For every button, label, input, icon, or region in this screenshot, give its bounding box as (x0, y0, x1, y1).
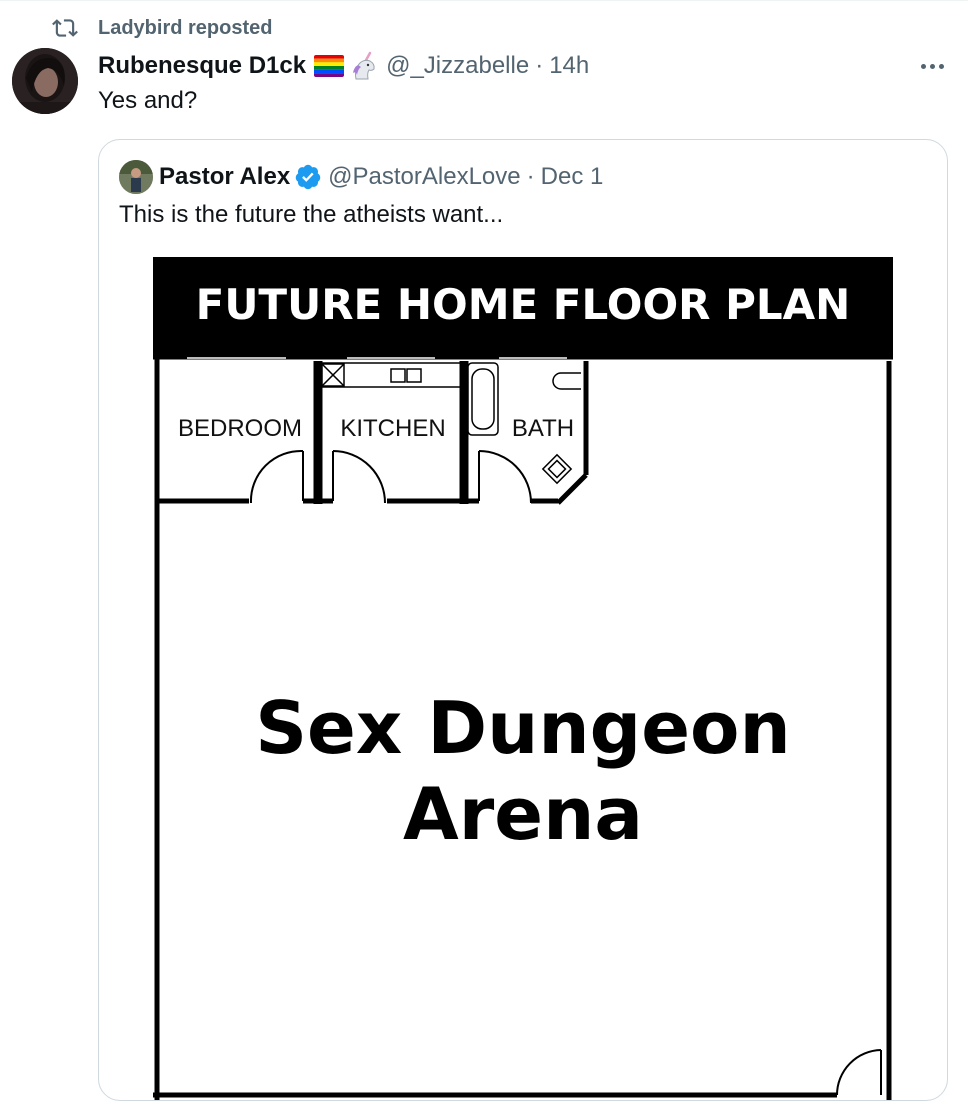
main-room-label-line1: Sex Dungeon (255, 686, 791, 770)
more-icon-dot (929, 63, 935, 69)
main-room-label-line2: Arena (403, 772, 643, 856)
quoted-author-handle[interactable]: @PastorAlexLove (328, 163, 520, 191)
room-label-bath: BATH (512, 415, 574, 442)
room-label-kitchen: KITCHEN (340, 415, 445, 442)
floor-plan-title: FUTURE HOME FLOOR PLAN (196, 280, 851, 329)
author-avatar[interactable] (12, 48, 78, 114)
more-options-button[interactable] (916, 52, 948, 80)
separator-dot: · (535, 52, 544, 79)
tweet-time[interactable]: 14h (549, 52, 589, 80)
quoted-tweet-text: This is the future the atheists want... (119, 201, 504, 228)
more-icon (920, 63, 926, 69)
more-icon-dot (938, 63, 944, 69)
quoted-avatar-image (119, 160, 153, 194)
quoted-author-avatar[interactable] (119, 160, 153, 194)
avatar-image (12, 48, 78, 114)
rainbow-flag-icon (314, 55, 345, 77)
unicorn-icon (348, 51, 378, 81)
separator-dot: · (526, 163, 535, 190)
top-divider (0, 0, 968, 1)
verified-badge-icon (294, 163, 322, 191)
tweet-text: Yes and? (98, 87, 198, 114)
quoted-tweet-date[interactable]: Dec 1 (541, 163, 604, 191)
repost-context[interactable]: Ladybird reposted (52, 15, 272, 41)
repost-icon (52, 19, 78, 37)
author-handle[interactable]: @_Jizzabelle (386, 52, 529, 80)
quoted-tweet-card[interactable]: Pastor Alex @PastorAlexLove · Dec 1 This… (98, 139, 948, 1101)
quoted-author-line: Pastor Alex @PastorAlexLove · Dec 1 (159, 160, 603, 194)
author-name[interactable]: Rubenesque D1ck (98, 52, 306, 80)
floor-plan-image[interactable]: FUTURE HOME FLOOR PLAN BEDROOM KITCHEN B… (153, 257, 893, 1100)
repost-label: Ladybird reposted (98, 16, 273, 39)
author-line: Rubenesque D1ck @_Jizzabelle · 14h (98, 50, 589, 82)
room-label-bedroom: BEDROOM (178, 415, 302, 442)
quoted-author-name[interactable]: Pastor Alex (159, 163, 290, 191)
